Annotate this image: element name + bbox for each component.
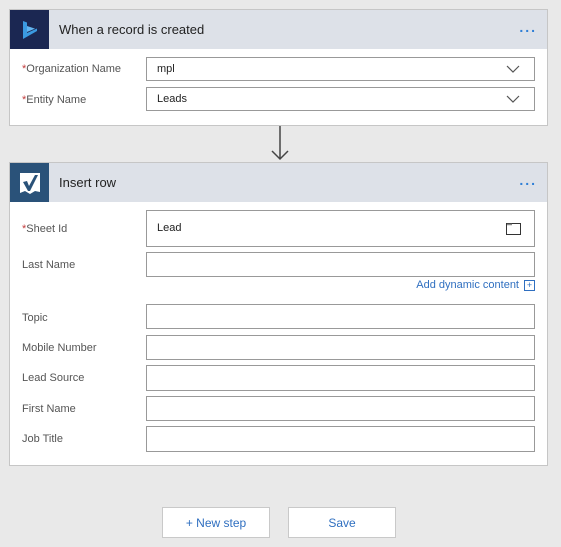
entity-name-dropdown[interactable]: Leads [146, 87, 535, 111]
trigger-more-menu[interactable]: ... [519, 20, 537, 34]
topic-input[interactable] [146, 304, 535, 329]
job-title-input[interactable] [146, 426, 535, 452]
action-more-menu[interactable]: ... [519, 173, 537, 187]
down-arrow-icon [271, 126, 289, 161]
organization-name-label: *Organization Name [22, 63, 122, 75]
sheet-id-label: *Sheet Id [22, 223, 68, 235]
trigger-title: When a record is created [59, 22, 205, 37]
sheet-id-input[interactable]: Lead [146, 210, 535, 247]
dynamics-logo-icon [10, 10, 49, 49]
chevron-down-icon[interactable] [506, 95, 520, 103]
topic-label: Topic [22, 312, 48, 324]
job-title-label: Job Title [22, 433, 63, 445]
first-name-label: First Name [22, 403, 76, 415]
action-card-header[interactable]: Insert row ... [10, 163, 547, 202]
new-step-button[interactable]: + New step [162, 507, 270, 538]
mobile-number-input[interactable] [146, 335, 535, 360]
trigger-card: When a record is created ... *Organizati… [9, 9, 548, 126]
first-name-input[interactable] [146, 396, 535, 421]
save-button[interactable]: Save [288, 507, 396, 538]
organization-name-dropdown[interactable]: mpl [146, 57, 535, 81]
add-dynamic-content-icon: + [524, 279, 535, 291]
action-title: Insert row [59, 175, 117, 190]
lead-source-label: Lead Source [22, 372, 85, 384]
mobile-number-label: Mobile Number [22, 342, 97, 354]
lead-source-input[interactable] [146, 365, 535, 391]
action-card: Insert row ... *Sheet Id Lead Last Name … [9, 162, 548, 466]
trigger-card-header[interactable]: When a record is created ... [10, 10, 547, 49]
entity-name-label: *Entity Name [22, 94, 87, 106]
smartsheet-logo-icon [10, 163, 49, 202]
chevron-down-icon[interactable] [506, 65, 520, 73]
add-dynamic-content-link[interactable]: Add dynamic content + [416, 279, 535, 291]
last-name-input[interactable] [146, 252, 535, 277]
last-name-label: Last Name [22, 259, 76, 271]
folder-icon[interactable] [506, 223, 521, 235]
